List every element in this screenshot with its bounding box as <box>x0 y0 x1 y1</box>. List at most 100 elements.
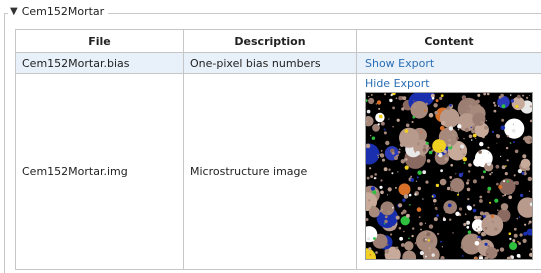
speckle <box>371 206 375 210</box>
speckle <box>475 138 476 139</box>
speckle <box>504 194 506 196</box>
speckle <box>394 156 398 160</box>
speckle <box>426 103 428 105</box>
speckle <box>434 204 435 205</box>
speckle <box>405 158 407 160</box>
particle <box>527 229 532 236</box>
speckle <box>378 157 379 158</box>
speckle <box>505 165 507 167</box>
particle <box>440 179 447 186</box>
speckle <box>405 129 409 133</box>
speckle <box>409 194 412 197</box>
speckle <box>488 153 489 154</box>
description-cell: One-pixel bias numbers <box>184 53 357 74</box>
particle <box>501 203 508 210</box>
speckle <box>396 216 400 220</box>
speckle <box>441 150 442 151</box>
speckle <box>443 150 446 153</box>
particle <box>402 251 416 260</box>
speckle <box>510 143 511 144</box>
speckle <box>417 207 422 212</box>
speckle <box>425 256 427 258</box>
speckle <box>519 217 520 218</box>
speckle <box>403 96 407 100</box>
speckle <box>374 173 377 176</box>
speckle <box>478 238 480 240</box>
speckle <box>503 180 505 182</box>
speckle <box>502 165 506 169</box>
speckle <box>507 159 509 161</box>
speckle <box>502 104 506 108</box>
speckle <box>498 185 502 189</box>
show-export-link[interactable]: Show Export <box>365 57 434 70</box>
speckle <box>467 179 470 182</box>
speckle <box>485 227 488 230</box>
speckle <box>369 167 371 169</box>
speckle <box>463 223 466 226</box>
speckle <box>384 131 387 134</box>
files-table: File Description Content Cem152Mortar.bi… <box>15 29 541 270</box>
speckle <box>515 181 519 185</box>
hide-export-link[interactable]: Hide Export <box>365 77 430 90</box>
speckle <box>526 167 530 171</box>
particle <box>509 242 517 250</box>
speckle <box>488 245 490 247</box>
speckle <box>390 233 392 235</box>
speckle <box>416 181 417 182</box>
speckle <box>523 239 527 243</box>
speckle <box>430 250 431 251</box>
speckle <box>480 230 481 231</box>
speckle <box>422 198 423 199</box>
particle <box>404 241 413 250</box>
speckle <box>445 212 447 214</box>
speckle <box>384 220 387 223</box>
speckle <box>449 126 453 130</box>
speckle <box>467 198 469 200</box>
speckle <box>371 94 373 96</box>
speckle <box>399 237 403 241</box>
speckle <box>469 135 473 139</box>
speckle <box>433 103 437 107</box>
speckle <box>387 194 388 195</box>
speckle <box>480 121 483 124</box>
speckle <box>492 131 494 133</box>
speckle <box>385 141 389 145</box>
speckle <box>373 252 374 253</box>
file-name-cell: Cem152Mortar.img <box>16 74 184 270</box>
speckle <box>520 233 523 236</box>
speckle <box>529 253 532 257</box>
section-toggle[interactable]: ▼ Cem152Mortar <box>8 4 108 20</box>
speckle <box>429 151 433 155</box>
speckle <box>496 165 500 169</box>
speckle <box>522 95 524 97</box>
speckle <box>458 193 459 194</box>
speckle <box>429 224 433 228</box>
speckle <box>377 100 381 104</box>
speckle <box>501 125 506 130</box>
speckle <box>459 173 463 177</box>
speckle <box>377 155 379 157</box>
header-content: Content <box>357 30 541 53</box>
file-name-cell: Cem152Mortar.bias <box>16 53 184 74</box>
description-cell: Microstructure image <box>184 74 357 270</box>
speckle <box>449 219 451 221</box>
speckle <box>385 216 388 219</box>
speckle <box>509 238 511 240</box>
speckle <box>496 143 497 144</box>
speckle <box>387 211 390 214</box>
speckle <box>459 207 462 210</box>
speckle <box>384 93 386 95</box>
speckle <box>517 218 519 220</box>
table-row[interactable]: Cem152Mortar.bias One-pixel bias numbers… <box>16 53 541 74</box>
speckle <box>432 253 435 256</box>
speckle <box>412 227 414 229</box>
speckle <box>455 173 456 174</box>
speckle <box>491 172 493 174</box>
speckle <box>455 212 459 216</box>
speckle <box>514 174 516 176</box>
speckle <box>418 187 421 190</box>
table-row[interactable]: Cem152Mortar.img Microstructure image Hi… <box>16 74 541 270</box>
speckle <box>461 246 464 249</box>
speckle <box>380 153 384 157</box>
speckle <box>483 93 486 95</box>
